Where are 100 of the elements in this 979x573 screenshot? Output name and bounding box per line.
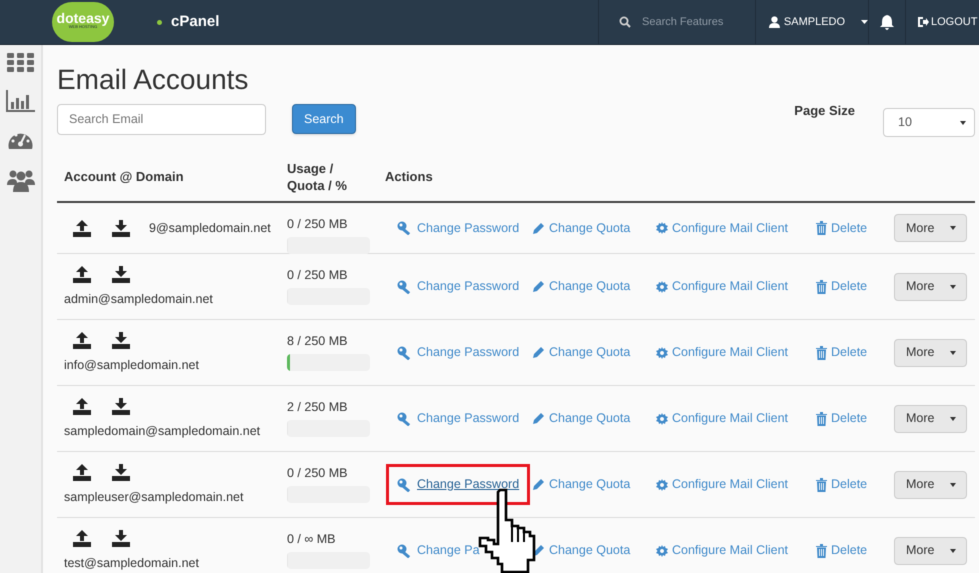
caret-icon <box>950 416 956 420</box>
logo-word: easy <box>78 11 110 25</box>
delete-link[interactable]: Delete <box>816 541 868 560</box>
key-icon <box>397 478 413 492</box>
configure-mail-client-link[interactable]: Configure Mail Client <box>656 277 788 296</box>
download-icon[interactable] <box>112 530 130 548</box>
download-icon[interactable] <box>112 266 130 284</box>
column-header: Actions <box>385 168 433 186</box>
bell-icon[interactable] <box>880 14 894 30</box>
page-title: Email Accounts <box>57 63 250 97</box>
caret-icon <box>950 548 956 552</box>
upload-icon[interactable] <box>73 464 91 482</box>
change-quota-link[interactable]: Change Quota <box>532 277 630 296</box>
key-icon <box>397 544 413 558</box>
trash-icon <box>816 221 827 235</box>
caret-icon <box>861 20 868 24</box>
page-size-label: Page Size <box>794 102 855 120</box>
more-button[interactable]: More <box>894 214 967 242</box>
trash-icon <box>816 478 827 492</box>
configure-mail-client-link[interactable]: Configure Mail Client <box>656 475 788 494</box>
pencil-icon <box>532 346 545 359</box>
logout-icon <box>918 17 929 27</box>
bullet-icon <box>157 20 162 24</box>
caret-icon <box>960 120 966 124</box>
caret-icon <box>950 284 956 288</box>
usage-text: 0 / ∞ MB <box>287 531 337 548</box>
trash-icon <box>816 412 827 426</box>
delete-link[interactable]: Delete <box>816 475 868 494</box>
user-icon <box>769 16 780 28</box>
change-password-link[interactable]: Change Password <box>397 409 520 428</box>
bar-chart-icon[interactable] <box>6 90 35 112</box>
column-header: Usage / Quota / % <box>286 160 348 194</box>
more-button[interactable]: More <box>894 404 967 432</box>
download-icon[interactable] <box>112 332 130 350</box>
more-button[interactable]: More <box>894 470 967 498</box>
upload-icon[interactable] <box>73 398 91 416</box>
change-quota-link[interactable]: Change Quota <box>532 218 630 238</box>
trash-icon <box>816 544 827 558</box>
configure-mail-client-link[interactable]: Configure Mail Client <box>656 541 788 560</box>
delete-link[interactable]: Delete <box>816 218 868 238</box>
usage-text: 0 / 250 MB <box>287 216 348 233</box>
change-password-link[interactable]: Change Pa <box>397 541 480 560</box>
configure-mail-client-link[interactable]: Configure Mail Client <box>656 343 788 362</box>
download-icon[interactable] <box>112 398 130 416</box>
change-password-link[interactable]: Change Password <box>397 218 520 238</box>
gear-icon <box>656 346 668 358</box>
change-quota-link[interactable]: Change Quota <box>532 475 630 494</box>
search-button[interactable]: Search <box>292 104 356 134</box>
key-icon <box>397 280 413 294</box>
upload-icon[interactable] <box>73 530 91 548</box>
pencil-icon <box>532 412 545 425</box>
usage-text: 2 / 250 MB <box>287 399 348 416</box>
caret-icon <box>950 482 956 486</box>
pencil-icon <box>532 280 545 293</box>
search-icon <box>619 16 631 28</box>
grid-icon[interactable] <box>7 53 34 73</box>
change-password-link[interactable]: Change Password <box>397 475 520 494</box>
usage-text: 0 / 250 MB <box>287 465 348 482</box>
upload-icon[interactable] <box>73 220 91 236</box>
usage-text: 8 / 250 MB <box>287 333 348 350</box>
delete-link[interactable]: Delete <box>816 277 868 296</box>
account-address: test@sampledomain.net <box>64 555 199 572</box>
gear-icon <box>656 280 668 292</box>
account-address: info@sampledomain.net <box>64 357 199 374</box>
key-icon <box>397 221 413 235</box>
column-header: Account @ Domain <box>63 168 185 186</box>
delete-link[interactable]: Delete <box>816 343 868 362</box>
upload-icon[interactable] <box>73 332 91 350</box>
account-address: sampleuser@sampledomain.net <box>64 489 244 506</box>
configure-mail-client-link[interactable]: Configure Mail Client <box>656 218 788 238</box>
change-password-link[interactable]: Change Password <box>397 343 520 362</box>
more-button[interactable]: More <box>894 338 967 366</box>
gear-icon <box>656 222 668 234</box>
more-button[interactable]: More <box>894 272 967 300</box>
configure-mail-client-link[interactable]: Configure Mail Client <box>656 409 788 428</box>
change-password-link[interactable]: Change Password <box>397 277 520 296</box>
usage-text: 0 / 250 MB <box>287 267 348 284</box>
account-address: sampledomain@sampledomain.net <box>64 423 260 440</box>
change-quota-link[interactable]: Change Quota <box>532 343 630 362</box>
caret-icon <box>950 226 956 230</box>
account-address: 9@sampledomain.net <box>149 220 271 237</box>
trash-icon <box>816 346 827 360</box>
users-icon[interactable] <box>6 168 34 192</box>
change-quota-link[interactable]: Change Quota <box>532 409 630 428</box>
user-menu[interactable]: SAMPLEDO <box>755 0 868 44</box>
download-icon[interactable] <box>112 464 130 482</box>
pencil-icon <box>532 478 545 491</box>
search-email-field[interactable]: Search Email <box>57 104 266 134</box>
account-address: admin@sampledomain.net <box>64 291 213 308</box>
delete-link[interactable]: Delete <box>816 409 868 428</box>
key-icon <box>397 412 413 426</box>
download-icon[interactable] <box>112 220 130 236</box>
page-size-select[interactable]: 10 <box>883 108 975 137</box>
gear-icon <box>656 544 668 556</box>
search-features-field[interactable]: Search Features <box>642 14 742 30</box>
gear-icon <box>656 412 668 424</box>
logo-word: dot <box>56 11 78 25</box>
logout-button[interactable]: LOGOUT <box>905 0 979 44</box>
more-button[interactable]: More <box>894 536 967 564</box>
upload-icon[interactable] <box>73 266 91 284</box>
